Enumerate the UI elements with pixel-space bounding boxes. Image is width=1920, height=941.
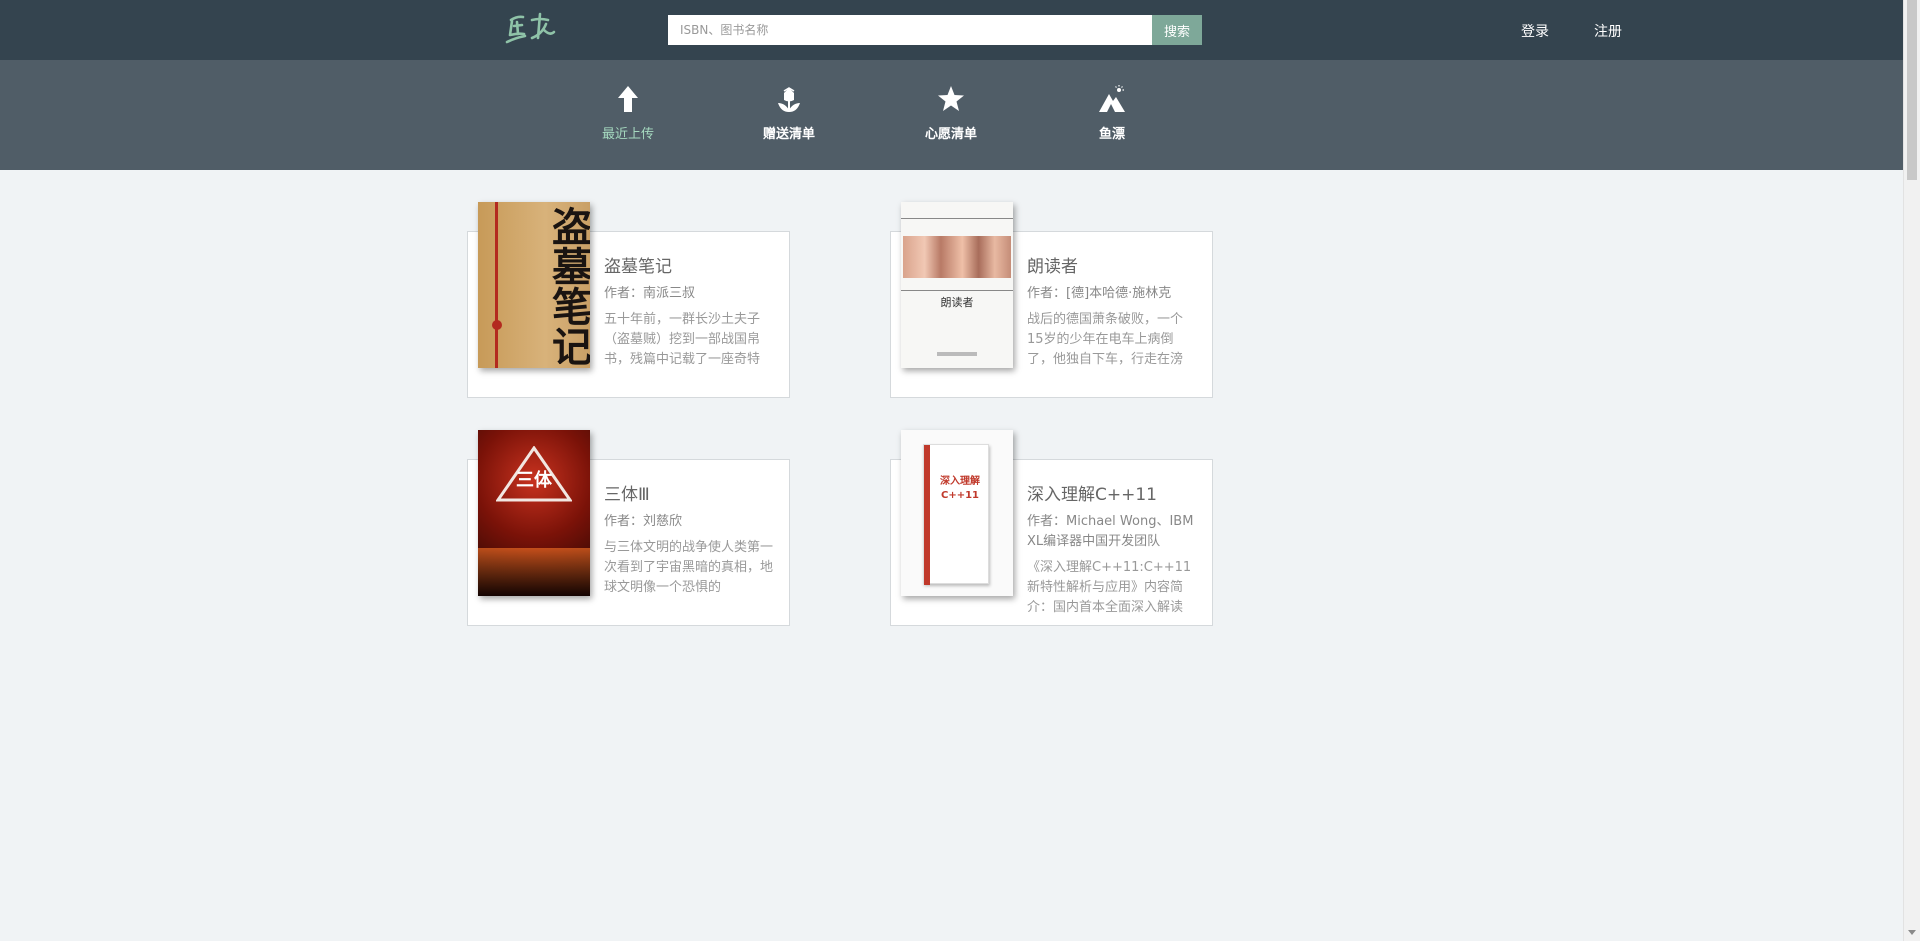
book-cover[interactable]: 深入理解C++11 (901, 430, 1013, 596)
cover-spine (924, 445, 930, 585)
cover-knot (492, 320, 502, 330)
cover-photo (903, 236, 1011, 278)
cover-line (901, 290, 1013, 291)
book-author: 作者：Michael Wong、IBM XL编译器中国开发团队 (1027, 514, 1194, 549)
cover-title: 盗墓笔记 (545, 206, 590, 366)
book-author: 作者：[德]本哈德·施林克 (1027, 286, 1172, 301)
book-title[interactable]: 朗读者 (1027, 252, 1078, 277)
book-summary: 战后的德国萧条破败，一个15岁的少年在电车上病倒了，他独自下车，行走在滂 (1027, 312, 1184, 367)
top-bar: 搜索 登录 注册 (0, 0, 1903, 60)
search-button[interactable]: 搜索 (1152, 15, 1202, 45)
cover-book-art: 深入理解C++11 (923, 444, 989, 585)
nav-recent-uploads[interactable]: 最近上传 (568, 84, 688, 142)
book-summary: 五十年前，一群长沙土夫子（盗墓贼）挖到一部战国帛书，残篇中记载了一座奇特 (604, 312, 761, 367)
nav-label: 赠送清单 (762, 127, 815, 142)
book-summary: 《深入理解C++11:C++11新特性解析与应用》内容简介：国内首本全面深入解读 (1027, 560, 1192, 615)
nav-label: 最近上传 (601, 127, 654, 142)
book-author: 作者：南派三叔 (604, 286, 696, 301)
cover-title: 深入理解C++11 (940, 476, 980, 501)
search-bar: 搜索 (668, 15, 1202, 45)
cover-line (901, 218, 1013, 219)
cover-ribbon (495, 202, 498, 368)
login-link[interactable]: 登录 (1521, 21, 1549, 41)
book-cover[interactable]: 三体 (478, 430, 590, 596)
star-icon (891, 84, 1011, 114)
category-nav: 最近上传 赠送清单 心愿清单 鱼漂 (0, 60, 1903, 170)
scroll-thumb[interactable] (1907, 0, 1917, 180)
cover-title: 朗读者 (940, 296, 974, 309)
nav-wish-list[interactable]: 心愿清单 (891, 84, 1011, 142)
nav-drift[interactable]: 鱼漂 (1052, 84, 1172, 142)
book-cover[interactable]: 盗墓笔记 (478, 202, 590, 368)
cover-horizon (478, 548, 590, 596)
mountain-icon (1052, 84, 1172, 114)
book-title[interactable]: 盗墓笔记 (604, 252, 672, 277)
nav-gift-list[interactable]: 赠送清单 (729, 84, 849, 142)
logo-icon (505, 12, 556, 44)
book-summary: 与三体文明的战争使人类第一次看到了宇宙黑暗的真相，地球文明像一个恐惧的 (604, 540, 774, 595)
book-cover[interactable]: 朗读者 (901, 202, 1013, 368)
scroll-down-arrow[interactable] (1908, 930, 1916, 935)
register-link[interactable]: 注册 (1594, 21, 1622, 41)
nav-label: 鱼漂 (1098, 127, 1125, 142)
logo[interactable] (504, 6, 560, 50)
book-title[interactable]: 三体Ⅲ (604, 480, 650, 505)
arrow-up-icon (568, 84, 688, 114)
search-input[interactable] (668, 15, 1152, 45)
cover-title: 三体 (516, 470, 552, 491)
flower-icon (729, 84, 849, 114)
book-title[interactable]: 深入理解C++11 (1027, 480, 1157, 505)
book-author: 作者：刘慈欣 (604, 514, 683, 529)
cover-publisher (937, 352, 977, 356)
page-scrollbar[interactable] (1903, 0, 1920, 941)
nav-label: 心愿清单 (924, 127, 977, 142)
